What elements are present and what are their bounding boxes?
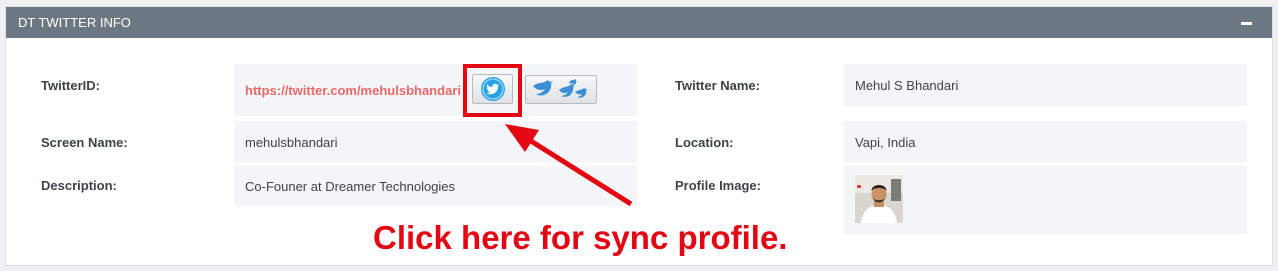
description-label: Description: (41, 178, 117, 193)
description-value: Co-Founer at Dreamer Technologies (245, 178, 456, 194)
collapse-icon[interactable] (1241, 22, 1252, 25)
panel-title: DT TWITTER INFO (18, 15, 131, 30)
avatar (855, 175, 903, 223)
screen-name-label: Screen Name: (41, 135, 128, 150)
panel-header: DT TWITTER INFO (6, 7, 1272, 38)
annotation-text: Click here for sync profile. (373, 219, 788, 256)
location-field: Vapi, India (844, 121, 1247, 163)
profile-photo (855, 175, 903, 223)
annotation-arrow (505, 124, 633, 207)
location-value: Vapi, India (855, 134, 916, 150)
twitter-id-label: TwitterID: (41, 78, 100, 93)
twitter-name-label: Twitter Name: (675, 78, 760, 93)
screen-name-value: mehulsbhandari (245, 134, 338, 150)
twitter-birds-button[interactable] (525, 75, 597, 104)
profile-image-field (844, 166, 1247, 234)
twitter-name-field: Mehul S Bhandari (844, 64, 1247, 106)
sync-highlight-box (463, 64, 522, 117)
twitter-id-link[interactable]: https://twitter.com/mehulsbhandari (245, 83, 461, 98)
profile-image-label: Profile Image: (675, 178, 761, 193)
location-label: Location: (675, 135, 734, 150)
twitter-name-value: Mehul S Bhandari (855, 77, 959, 93)
twitter-birds-icon (533, 78, 588, 98)
